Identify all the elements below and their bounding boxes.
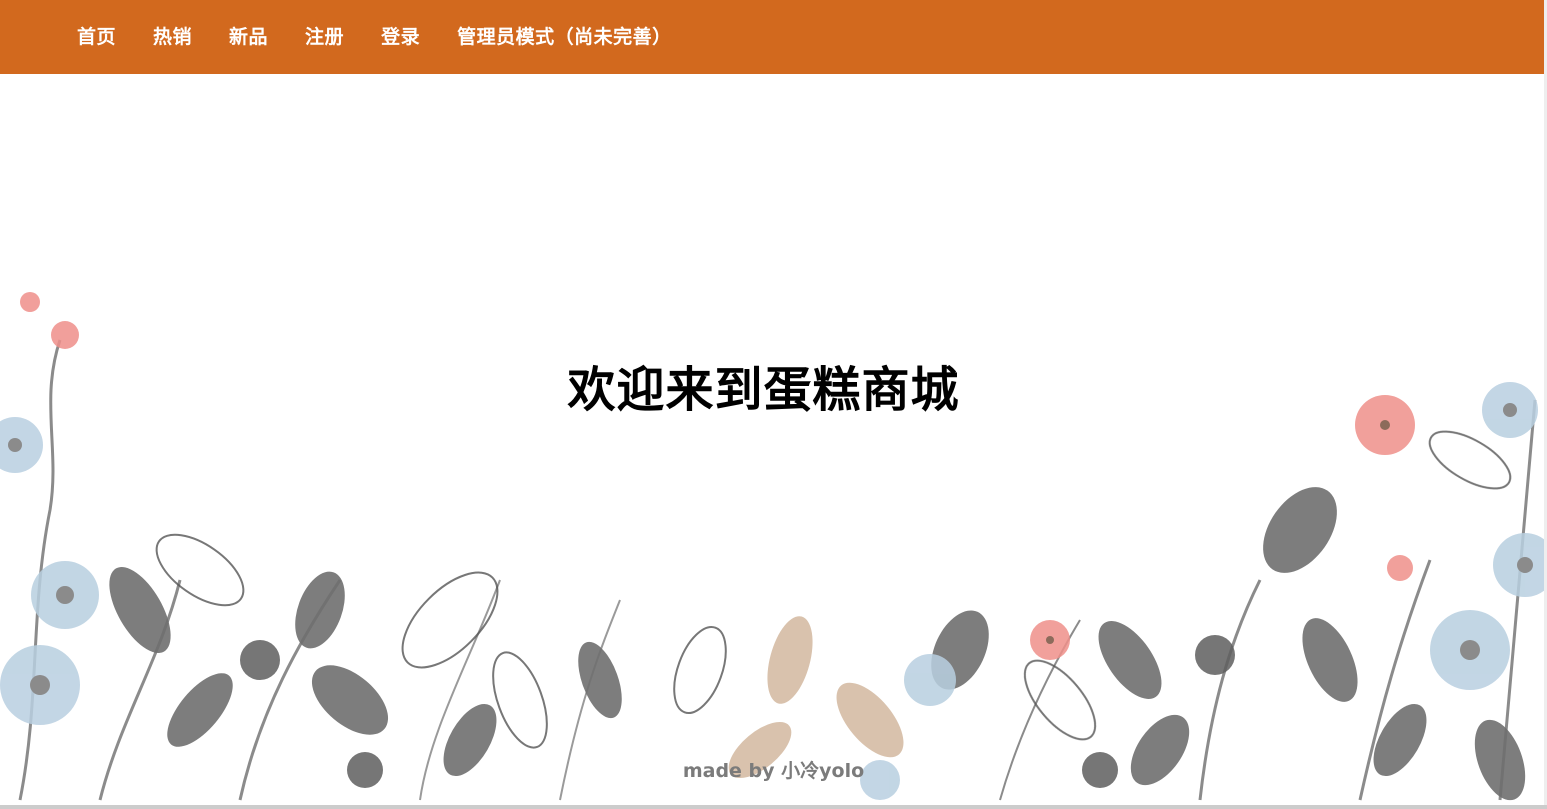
nav-hot-sale-link[interactable]: 热销 (134, 0, 210, 74)
nav-home-link[interactable]: 首页 (58, 0, 134, 74)
nav-register-link[interactable]: 注册 (286, 0, 362, 74)
nav-login-link[interactable]: 登录 (362, 0, 438, 74)
welcome-title: 欢迎来到蛋糕商城 (567, 362, 960, 419)
bottom-edge (0, 805, 1547, 809)
footer-credit: made by 小冷yolo (682, 760, 865, 782)
nav-new-products-link[interactable]: 新品 (210, 0, 286, 74)
page: 首页 热销 新品 注册 登录 管理员模式（尚未完善） 欢迎来到蛋糕商城 made… (0, 0, 1547, 809)
nav-admin-mode-link[interactable]: 管理员模式（尚未完善） (438, 0, 690, 74)
top-navbar: 首页 热销 新品 注册 登录 管理员模式（尚未完善） (0, 0, 1544, 74)
